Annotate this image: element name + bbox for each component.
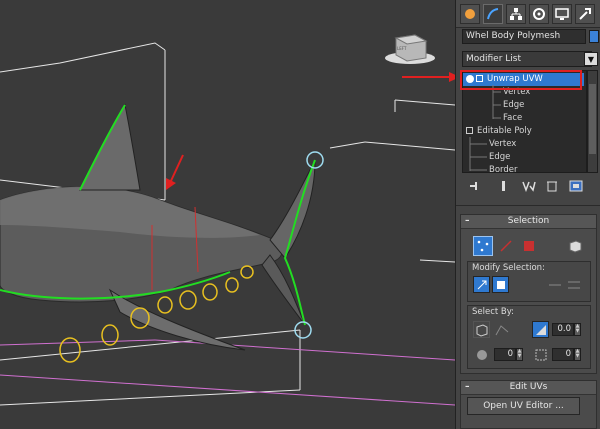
select-by-material-id-button[interactable]	[473, 346, 490, 363]
command-panel: Whel Body Polymesh Modifier List ▼ Unwra…	[455, 0, 600, 429]
edge-select-button[interactable]	[496, 236, 516, 256]
ground-grid	[0, 339, 455, 406]
planar-icon	[535, 324, 546, 335]
tab-utilities[interactable]	[575, 4, 595, 24]
utilities-icon	[579, 8, 591, 20]
loop-icon	[567, 281, 580, 288]
modify-selection-group: Modify Selection:	[467, 261, 591, 302]
show-end-result-icon[interactable]	[496, 178, 512, 194]
material-id-spinner[interactable]: 0	[494, 348, 516, 361]
hierarchy-icon	[510, 8, 522, 20]
pin-stack-icon[interactable]	[466, 178, 482, 194]
stack-tree-lines	[469, 85, 501, 171]
edge-icon	[500, 240, 512, 252]
loop-selection-button[interactable]	[565, 276, 582, 293]
smoothing-grid-icon	[535, 349, 546, 360]
select-by-smoothing-group-button[interactable]	[532, 346, 549, 363]
select-by-group: Select By: 0.0 ▲ ▼ 0 ▲ ▼ 0 ▲ ▼	[467, 305, 591, 369]
element-select-button[interactable]	[565, 236, 585, 256]
shark-mesh	[0, 103, 316, 351]
tab-display[interactable]	[552, 4, 572, 24]
viewport[interactable]: LEFT	[0, 0, 455, 429]
spinner-arrows-icon[interactable]: ▲ ▼	[574, 348, 581, 361]
smoothing-group-spinner[interactable]: 0	[552, 348, 574, 361]
grow-selection-button[interactable]	[473, 276, 490, 293]
stack-scrollbar[interactable]	[587, 70, 598, 173]
spinner-arrows-icon[interactable]: ▲ ▼	[574, 323, 581, 336]
ring-icon	[548, 284, 561, 285]
tab-modify[interactable]	[483, 4, 503, 24]
tab-hierarchy[interactable]	[506, 4, 526, 24]
selection-rollout: – Selection Modify Selection: Select By:	[460, 214, 597, 374]
open-uv-editor-button[interactable]: Open UV Editor ...	[467, 397, 580, 415]
edit-uvs-rollout-header[interactable]: – Edit UVs	[461, 381, 596, 395]
face-select-button[interactable]	[519, 236, 539, 256]
stack-toolbar	[456, 176, 600, 196]
divider	[456, 205, 600, 206]
rollout-title: Edit UVs	[509, 382, 548, 392]
planar-angle-spinner[interactable]: 0.0	[552, 323, 574, 336]
viewcube-label: LEFT	[397, 46, 407, 51]
select-by-polygon-button[interactable]	[493, 321, 510, 338]
remove-modifier-icon[interactable]	[544, 178, 560, 194]
modify-icon	[487, 8, 499, 20]
vertex-select-button[interactable]	[473, 236, 493, 256]
wireframe-cube-icon	[476, 323, 487, 337]
viewport-scene	[0, 34, 455, 406]
scrollbar-thumb[interactable]	[589, 84, 596, 154]
red-arrow-annotation	[402, 72, 460, 82]
spinner-arrows-icon[interactable]: ▲ ▼	[516, 348, 523, 361]
grow-icon	[477, 280, 486, 289]
tab-create[interactable]	[460, 4, 480, 24]
modifier-stack[interactable]: Unwrap UVW Vertex Edge Face Editable Pol…	[462, 70, 587, 173]
modify-selection-label: Modify Selection:	[472, 263, 545, 273]
shrink-selection-button[interactable]	[492, 276, 509, 293]
rollout-title: Selection	[507, 216, 550, 226]
vertex-icon	[477, 240, 489, 252]
create-icon	[465, 9, 475, 19]
selection-rollout-header[interactable]: – Selection	[461, 215, 596, 229]
face-icon	[524, 241, 534, 251]
collapse-icon[interactable]: –	[465, 381, 470, 394]
viewcube[interactable]	[385, 34, 435, 64]
object-color-swatch[interactable]	[589, 30, 599, 43]
object-name-field[interactable]: Whel Body Polymesh	[462, 29, 586, 44]
display-icon	[555, 8, 569, 20]
ring-selection-button[interactable]	[546, 276, 563, 293]
modifier-list-dropdown[interactable]: Modifier List	[462, 51, 592, 67]
tab-motion[interactable]	[529, 4, 549, 24]
chevron-down-icon[interactable]: ▼	[584, 52, 598, 66]
collapse-icon[interactable]: –	[465, 215, 470, 228]
make-unique-icon[interactable]	[521, 178, 537, 194]
planar-angle-button[interactable]	[532, 321, 549, 338]
element-cube-icon	[569, 240, 582, 253]
polygon-curve-icon	[495, 324, 508, 335]
shrink-icon	[496, 280, 505, 289]
material-sphere-icon	[476, 349, 487, 360]
red-arrow-viewport	[166, 154, 184, 190]
select-by-element-button[interactable]	[473, 321, 490, 338]
command-panel-tabs	[456, 0, 600, 28]
motion-icon	[533, 8, 545, 20]
select-by-label: Select By:	[472, 307, 515, 317]
configure-modifier-sets-icon[interactable]	[568, 178, 584, 194]
